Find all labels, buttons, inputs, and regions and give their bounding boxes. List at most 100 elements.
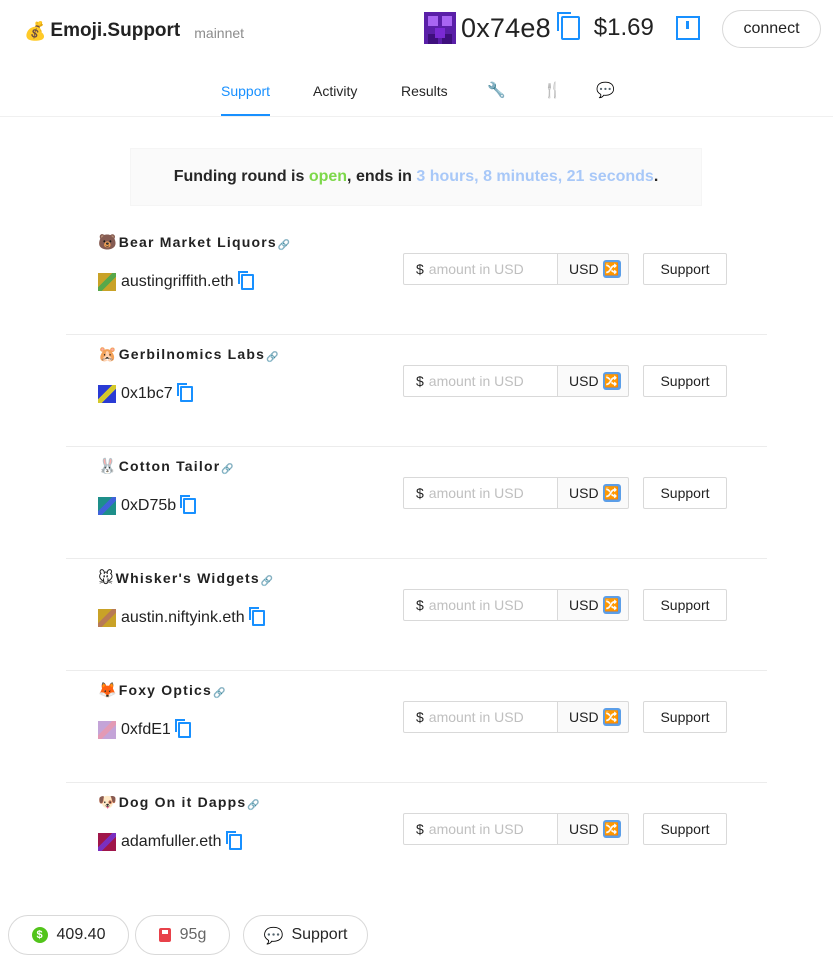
account-address: 0x74e8 xyxy=(461,12,551,43)
link-icon[interactable]: 🔗 xyxy=(247,800,259,811)
round-countdown: 3 hours, 8 minutes, 21 seconds xyxy=(416,168,654,185)
copy-address-icon[interactable] xyxy=(556,12,580,40)
project-title[interactable]: 🐶 Dog On it Dapps 🔗 xyxy=(98,793,260,811)
footer-support-label: Support xyxy=(291,926,348,943)
fork-knife-icon[interactable]: 🍴 xyxy=(543,81,562,99)
project-row: 🐹 Gerbilnomics Labs 🔗 0x1bc7 $ USD 🔀 xyxy=(66,335,767,447)
support-button[interactable]: Support xyxy=(643,589,727,621)
shuffle-icon: 🔀 xyxy=(602,596,621,614)
copy-address-icon[interactable] xyxy=(248,607,265,626)
banner-suffix: . xyxy=(653,168,659,185)
account-display: 0x74e8 $1.69 xyxy=(424,8,700,48)
amount-field[interactable]: $ xyxy=(403,253,558,285)
owner-avatar xyxy=(98,721,116,739)
app-logo[interactable]: 💰 Emoji.Support mainnet xyxy=(24,20,244,42)
amount-input[interactable] xyxy=(428,597,539,613)
owner-avatar xyxy=(98,609,116,627)
project-title[interactable]: 🐰 Cotton Tailor 🔗 xyxy=(98,457,234,475)
currency-label: USD xyxy=(569,373,599,389)
currency-toggle[interactable]: USD 🔀 xyxy=(558,813,629,845)
amount-field[interactable]: $ xyxy=(403,477,558,509)
project-name: Dog On it Dapps xyxy=(118,794,247,810)
project-owner: adamfuller.eth xyxy=(98,831,242,851)
amount-input[interactable] xyxy=(428,485,539,501)
money-bag-icon: 💰 xyxy=(24,20,47,42)
footer-balance: 409.40 xyxy=(56,926,106,943)
amount-input-group: $ USD 🔀 xyxy=(403,365,629,397)
gas-pill[interactable]: 95g xyxy=(135,915,230,955)
support-button[interactable]: Support xyxy=(643,365,727,397)
project-row: 🐰 Cotton Tailor 🔗 0xD75b $ USD 🔀 Supp xyxy=(66,447,767,559)
wrench-icon[interactable]: 🔧 xyxy=(487,81,506,99)
project-name: Gerbilnomics Labs xyxy=(118,346,266,362)
amount-input[interactable] xyxy=(428,373,539,389)
banner-middle: , ends in xyxy=(347,168,417,185)
project-title[interactable]: 🐹 Gerbilnomics Labs 🔗 xyxy=(98,345,279,363)
project-emoji-icon: 🦊 xyxy=(98,681,117,699)
tab-bar: Support Activity Results 🔧 🍴 💬 xyxy=(0,70,833,117)
currency-toggle[interactable]: USD 🔀 xyxy=(558,589,629,621)
project-title[interactable]: 🐭 Whisker's Widgets 🔗 xyxy=(98,569,273,587)
owner-avatar xyxy=(98,273,116,291)
balance-pill[interactable]: $ 409.40 xyxy=(8,915,129,955)
link-icon[interactable]: 🔗 xyxy=(213,688,225,699)
project-owner: 0xD75b xyxy=(98,495,197,515)
speech-bubble-icon[interactable]: 💬 xyxy=(596,81,615,99)
funding-round-banner: Funding round is open , ends in 3 hours,… xyxy=(130,148,702,206)
project-title[interactable]: 🐻 Bear Market Liquors 🔗 xyxy=(98,233,290,251)
amount-field[interactable]: $ xyxy=(403,813,558,845)
support-button[interactable]: Support xyxy=(643,701,727,733)
currency-toggle[interactable]: USD 🔀 xyxy=(558,701,629,733)
owner-address: austingriffith.eth xyxy=(121,273,234,290)
currency-toggle[interactable]: USD 🔀 xyxy=(558,365,629,397)
amount-input[interactable] xyxy=(428,261,539,277)
amount-input-group: $ USD 🔀 xyxy=(403,701,629,733)
project-emoji-icon: 🐭 xyxy=(98,569,114,587)
tab-results[interactable]: Results xyxy=(401,83,448,99)
link-icon[interactable]: 🔗 xyxy=(266,352,278,363)
link-icon[interactable]: 🔗 xyxy=(278,240,290,251)
project-owner: 0x1bc7 xyxy=(98,383,193,403)
project-row: 🐭 Whisker's Widgets 🔗 austin.niftyink.et… xyxy=(66,559,767,671)
connect-button[interactable]: connect xyxy=(722,10,821,48)
owner-address: 0xfdE1 xyxy=(121,721,171,738)
currency-label: USD xyxy=(569,597,599,613)
project-emoji-icon: 🐰 xyxy=(98,457,117,475)
shuffle-icon: 🔀 xyxy=(602,708,621,726)
gas-price: 95g xyxy=(179,926,207,943)
currency-prefix: $ xyxy=(416,261,424,277)
support-button[interactable]: Support xyxy=(643,477,727,509)
currency-toggle[interactable]: USD 🔀 xyxy=(558,253,629,285)
amount-input[interactable] xyxy=(428,709,539,725)
owner-address: 0xD75b xyxy=(121,497,177,514)
support-button[interactable]: Support xyxy=(643,253,727,285)
round-status: open xyxy=(308,168,348,185)
tab-activity[interactable]: Activity xyxy=(313,83,357,99)
copy-address-icon[interactable] xyxy=(174,719,191,738)
support-chat-pill[interactable]: 💬 Support xyxy=(243,915,368,955)
app-title: Emoji.Support xyxy=(50,20,181,41)
project-title[interactable]: 🦊 Foxy Optics 🔗 xyxy=(98,681,225,699)
amount-field[interactable]: $ xyxy=(403,589,558,621)
currency-label: USD xyxy=(569,821,599,837)
shuffle-icon: 🔀 xyxy=(602,484,621,502)
tab-support[interactable]: Support xyxy=(221,83,271,116)
copy-address-icon[interactable] xyxy=(180,495,197,514)
support-button[interactable]: Support xyxy=(643,813,727,845)
link-icon[interactable]: 🔗 xyxy=(221,464,233,475)
copy-address-icon[interactable] xyxy=(237,271,254,290)
currency-label: USD xyxy=(569,485,599,501)
currency-label: USD xyxy=(569,261,599,277)
copy-address-icon[interactable] xyxy=(176,383,193,402)
link-icon[interactable]: 🔗 xyxy=(261,576,273,587)
amount-field[interactable]: $ xyxy=(403,365,558,397)
amount-field[interactable]: $ xyxy=(403,701,558,733)
owner-address: 0x1bc7 xyxy=(121,385,173,402)
currency-toggle[interactable]: USD 🔀 xyxy=(558,477,629,509)
wallet-icon[interactable] xyxy=(675,16,700,40)
copy-address-icon[interactable] xyxy=(225,831,242,850)
amount-input-group: $ USD 🔀 xyxy=(403,813,629,845)
owner-avatar xyxy=(98,385,116,403)
account-balance: $1.69 xyxy=(593,14,654,41)
amount-input[interactable] xyxy=(428,821,539,837)
